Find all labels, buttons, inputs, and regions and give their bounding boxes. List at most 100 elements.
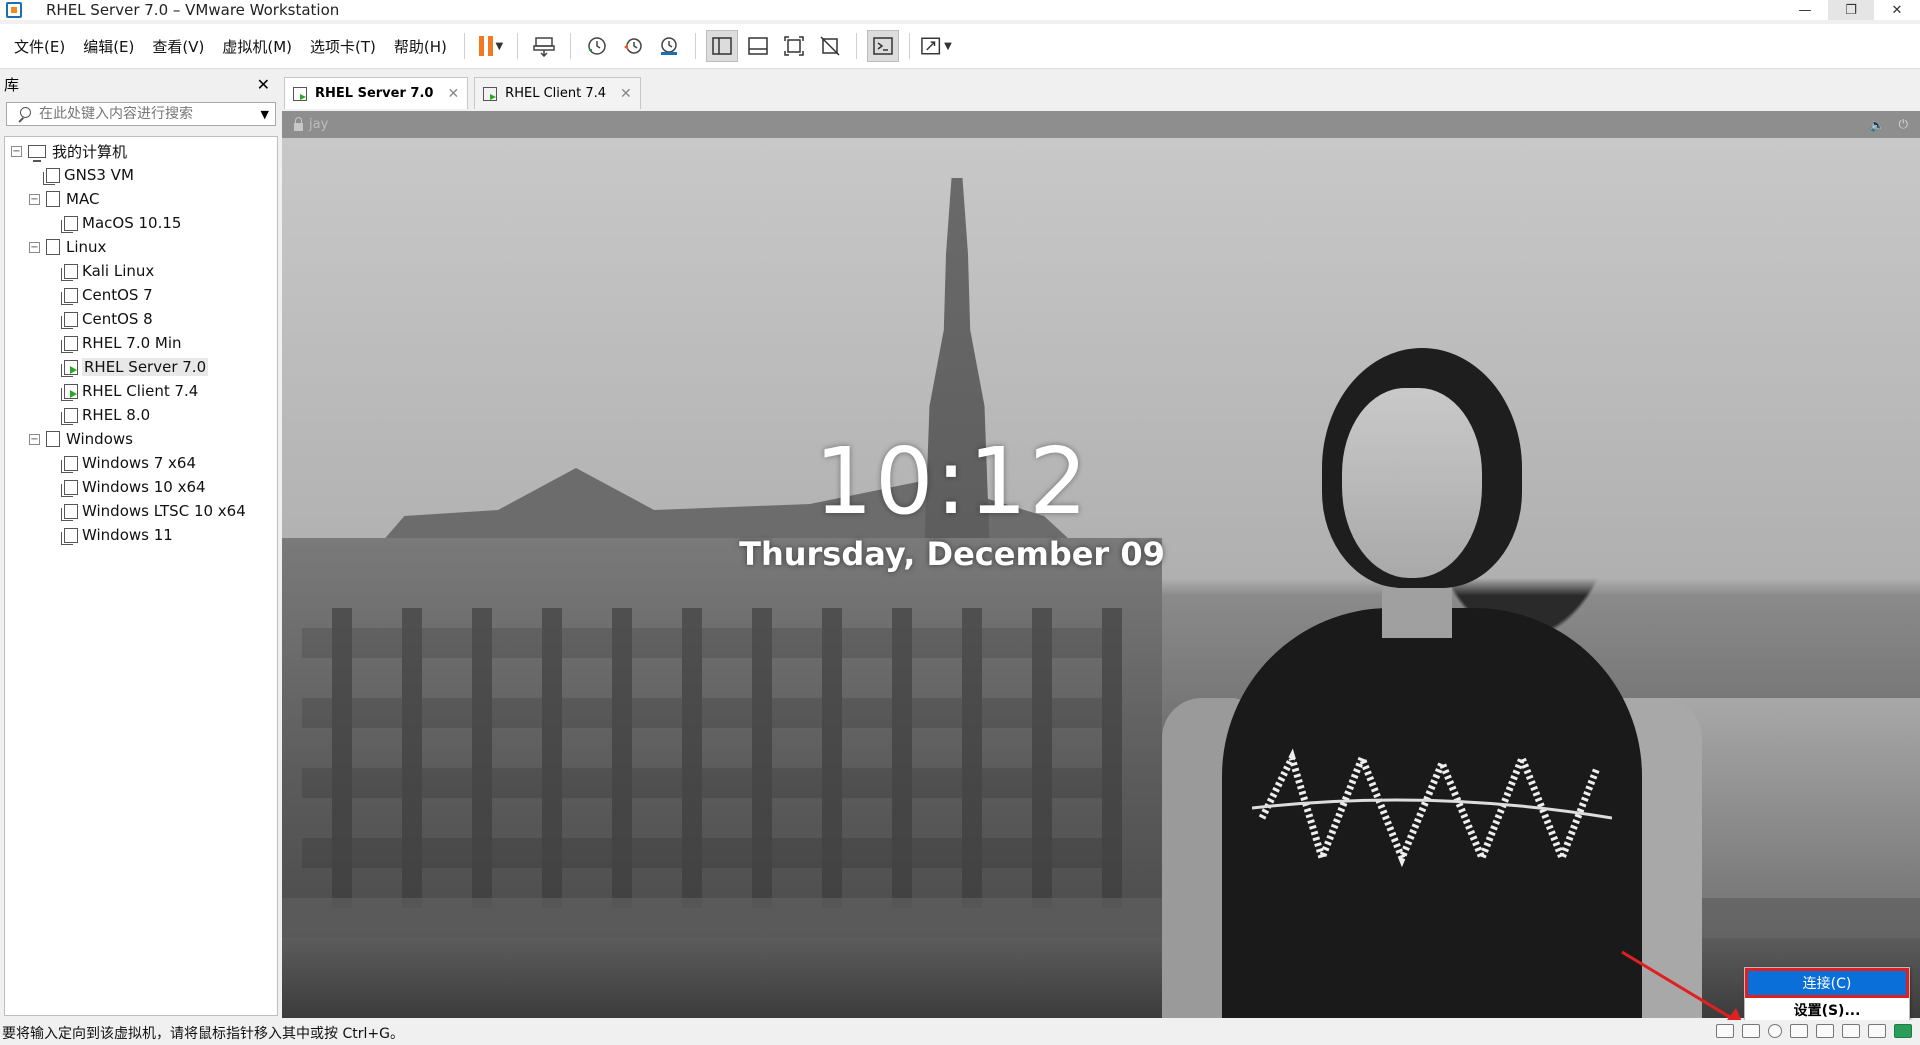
message-log-icon[interactable]	[1894, 1024, 1912, 1038]
tree-item[interactable]: − Linux	[5, 235, 277, 259]
window-title: RHEL Server 7.0 – VMware Workstation	[46, 1, 340, 19]
vm-running-icon	[483, 86, 498, 101]
tree-item[interactable]: Windows LTSC 10 x64	[5, 499, 277, 523]
thumbnail-layout-icon	[748, 37, 768, 55]
toolbar-divider	[908, 33, 910, 59]
library-tree: − 我的计算机 GNS3 VM − MAC MacOS 10.15 − Linux Kali L…	[4, 136, 278, 1016]
library-search-input[interactable]	[39, 106, 261, 122]
minimize-button[interactable]: —	[1782, 0, 1828, 20]
tree-item[interactable]: Windows 10 x64	[5, 475, 277, 499]
network-adapter-icon[interactable]	[1790, 1024, 1808, 1038]
vm-running-icon	[61, 383, 78, 401]
pause-button[interactable]: ▼	[475, 30, 507, 62]
console-view-button[interactable]	[866, 30, 899, 62]
menu-edit[interactable]: 编辑(E)	[74, 24, 143, 69]
library-title: 库	[4, 75, 20, 94]
vm-icon	[61, 503, 78, 521]
tree-item[interactable]: CentOS 7	[5, 283, 277, 307]
stretch-view-button[interactable]: ▼	[920, 30, 952, 62]
unity-button[interactable]	[814, 30, 846, 62]
tree-item[interactable]: RHEL 7.0 Min	[5, 331, 277, 355]
device-context-menu: 连接(C) 设置(S)...	[1744, 967, 1910, 1023]
cd-dvd-icon[interactable]	[1742, 1024, 1760, 1038]
collapse-toggle-icon[interactable]: −	[11, 145, 22, 157]
toolbar-divider	[516, 33, 518, 59]
menu-view[interactable]: 查看(V)	[143, 24, 213, 69]
library-search[interactable]: ▼	[6, 102, 276, 126]
printer-icon[interactable]	[1816, 1024, 1834, 1038]
snapshot-button[interactable]	[581, 30, 613, 62]
send-ctrl-alt-del-button[interactable]	[528, 30, 560, 62]
tab-rhel-client-7-4[interactable]: RHEL Client 7.4 ✕	[474, 77, 641, 109]
collapse-toggle-icon[interactable]: −	[29, 241, 40, 253]
vm-icon	[61, 263, 78, 281]
vm-display[interactable]: 10:12 Thursday, December 09	[282, 138, 1920, 1018]
tab-close-button[interactable]: ✕	[620, 86, 632, 102]
tree-item-label: CentOS 7	[82, 286, 153, 304]
menu-tabs[interactable]: 选项卡(T)	[301, 24, 385, 69]
menu-toolbar: 文件(E) 编辑(E) 查看(V) 虚拟机(M) 选项卡(T) 帮助(H) ▼ …	[0, 24, 1920, 69]
fullscreen-button[interactable]	[778, 30, 810, 62]
tree-item-label: Windows 11	[82, 526, 173, 544]
menu-help[interactable]: 帮助(H)	[385, 24, 456, 69]
tab-label: RHEL Server 7.0	[315, 86, 434, 101]
thumbnail-bar-button[interactable]	[742, 30, 774, 62]
tree-item[interactable]: RHEL 8.0	[5, 403, 277, 427]
search-icon	[17, 107, 31, 121]
connect-menu-item[interactable]: 连接(C)	[1745, 968, 1909, 998]
unity-icon	[820, 36, 840, 56]
vm-icon	[61, 407, 78, 425]
chevron-down-icon: ▼	[944, 40, 952, 52]
tree-item[interactable]: CentOS 8	[5, 307, 277, 331]
power-icon: ⏻	[1898, 117, 1909, 131]
vm-icon	[61, 311, 78, 329]
hard-disk-icon[interactable]	[1716, 1024, 1734, 1038]
tab-rhel-server-7[interactable]: RHEL Server 7.0 ✕	[284, 77, 469, 109]
guest-top-bar: jay 🔈 ⏻	[282, 111, 1920, 138]
restore-button[interactable]: ❐	[1828, 0, 1874, 20]
tree-item-label: MAC	[66, 190, 100, 208]
library-header: 库 ✕	[0, 71, 278, 97]
wallpaper-dress-pattern	[1252, 748, 1612, 869]
tree-item[interactable]: Windows 7 x64	[5, 451, 277, 475]
usb-icon[interactable]	[1768, 1024, 1782, 1038]
pause-icon	[478, 36, 493, 56]
snapshot-manager-icon	[660, 37, 677, 55]
send-keys-icon	[533, 37, 555, 57]
vm-icon	[61, 287, 78, 305]
chevron-down-icon[interactable]: ▼	[261, 108, 269, 121]
tree-item[interactable]: MacOS 10.15	[5, 211, 277, 235]
menu-file[interactable]: 文件(E)	[0, 24, 74, 69]
tree-item[interactable]: RHEL Client 7.4	[5, 379, 277, 403]
tree-item[interactable]: GNS3 VM	[5, 163, 277, 187]
display-icon[interactable]	[1868, 1024, 1886, 1038]
tree-item-label: Windows 10 x64	[82, 478, 206, 496]
tree-item[interactable]: Windows 11	[5, 523, 277, 547]
collapse-toggle-icon[interactable]: −	[29, 193, 40, 205]
tree-item-label: GNS3 VM	[64, 166, 134, 184]
show-library-button[interactable]	[705, 30, 738, 62]
vmware-logo-icon	[6, 2, 22, 18]
tree-item[interactable]: − Windows	[5, 427, 277, 451]
tree-item[interactable]: RHEL Server 7.0	[5, 355, 277, 379]
vm-icon	[61, 335, 78, 353]
library-close-button[interactable]: ✕	[257, 75, 270, 94]
revert-snapshot-button[interactable]	[617, 30, 649, 62]
tree-item[interactable]: − 我的计算机	[5, 139, 277, 163]
toolbar-divider	[694, 33, 696, 59]
vm-running-icon	[61, 359, 78, 377]
snapshot-clock-icon	[588, 37, 606, 55]
snapshot-manager-button[interactable]	[653, 30, 685, 62]
close-button[interactable]: ✕	[1874, 0, 1920, 20]
collapse-toggle-icon[interactable]: −	[29, 433, 40, 445]
tree-item[interactable]: − MAC	[5, 187, 277, 211]
vm-running-icon	[293, 86, 307, 101]
tree-item-label: RHEL Server 7.0	[82, 358, 209, 376]
toolbar-divider	[463, 33, 465, 59]
tree-item[interactable]: Kali Linux	[5, 259, 277, 283]
settings-menu-item[interactable]: 设置(S)...	[1745, 998, 1909, 1022]
tab-close-button[interactable]: ✕	[447, 86, 459, 102]
sound-card-icon[interactable]	[1842, 1024, 1860, 1038]
toolbar-divider	[569, 33, 571, 59]
menu-vm[interactable]: 虚拟机(M)	[213, 24, 301, 69]
